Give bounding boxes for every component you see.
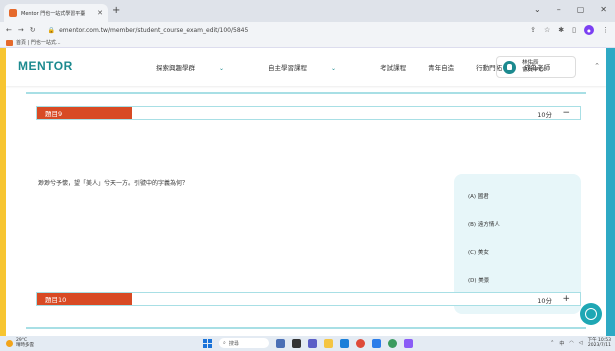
chrome-icon[interactable]	[356, 338, 365, 348]
question-text: 渺渺兮予懷，望「美人」兮天一方。引號中的字義為何？	[38, 180, 189, 187]
close-tab-icon[interactable]: ✕	[97, 9, 103, 17]
mail-icon[interactable]	[372, 338, 381, 348]
favicon-icon	[9, 9, 17, 17]
side-banner	[606, 48, 615, 336]
widgets-icon[interactable]	[292, 338, 301, 348]
menu-item-courses[interactable]: 自主學習課程 ⌄	[268, 62, 358, 72]
edge-icon[interactable]	[340, 338, 349, 348]
question-label: 題目9	[37, 107, 132, 119]
url-text: ementor.com.tw/member/student_course_exa…	[59, 26, 249, 34]
browser-tab[interactable]: Mentor 門也一站式學習平臺 ✕	[4, 4, 108, 22]
extensions-icon[interactable]: ✱	[558, 26, 564, 34]
back-icon[interactable]: ←	[6, 26, 12, 34]
question-label: 題目10	[37, 293, 132, 305]
menu-label: 探索興趣學群	[156, 64, 195, 72]
windows-start-icon[interactable]	[203, 338, 212, 348]
divider	[26, 327, 586, 329]
teams-icon[interactable]	[308, 338, 317, 348]
tray-chevron-icon[interactable]: ⌃	[550, 340, 554, 346]
window-controls: ⌄ – ▢ ✕	[534, 5, 607, 14]
taskbar-search[interactable]: ⌕ 搜尋	[219, 338, 269, 348]
url-field[interactable]: 🔒 ementor.com.tw/member/student_course_e…	[42, 24, 524, 36]
tab-title: Mentor 門也一站式學習平臺	[21, 10, 86, 17]
avatar	[503, 60, 516, 74]
option-c[interactable]: (C) 美女	[468, 248, 567, 276]
minimize-button[interactable]: –	[557, 5, 561, 14]
browser-tabbar: Mentor 門也一站式學習平臺 ✕ + ⌄ – ▢ ✕	[0, 0, 615, 22]
clock[interactable]: 下午 10:53 2023/7/11	[588, 338, 611, 348]
share-icon[interactable]: ⇪	[530, 26, 536, 34]
task-view-icon[interactable]	[276, 338, 285, 348]
page-viewport: MENTOR 探索興趣學群 ⌄ 自主學習課程 ⌄ 考試課程 青年自造 行動門拓 成為…	[6, 48, 606, 336]
tab-search-icon[interactable]: ⌄	[534, 5, 541, 14]
reload-icon[interactable]: ↻	[30, 26, 36, 34]
sidebar-icon[interactable]: ▯	[572, 26, 576, 34]
close-window-button[interactable]: ✕	[600, 5, 607, 14]
user-menu[interactable]: 林佑辰 會員中心	[496, 56, 576, 78]
bookmark-favicon-icon	[6, 39, 13, 46]
wifi-icon[interactable]: ◠	[569, 340, 573, 346]
file-explorer-icon[interactable]	[324, 338, 333, 348]
address-bar: ← → ↻ 🔒 ementor.com.tw/member/student_co…	[0, 22, 615, 38]
bookmark-item[interactable]: 首頁 | 門也一站式...	[16, 39, 61, 46]
volume-icon[interactable]: ◁	[579, 340, 583, 346]
sun-icon	[6, 339, 13, 347]
site-header: MENTOR 探索興趣學群 ⌄ 自主學習課程 ⌄ 考試課程 青年自造 行動門拓 成為…	[6, 48, 606, 86]
user-name: 林佑辰	[522, 60, 539, 66]
search-placeholder: 搜尋	[228, 340, 239, 347]
new-tab-button[interactable]: +	[112, 5, 120, 16]
system-tray: ⌃ 中 ◠ ◁ 下午 10:53 2023/7/11	[550, 338, 611, 348]
question-10-header[interactable]: 題目10 10分 +	[36, 292, 581, 306]
language-icon[interactable]: 中	[559, 340, 564, 347]
bookmark-star-icon[interactable]: ☆	[544, 26, 550, 34]
bookmarks-bar: 首頁 | 門也一站式...	[0, 38, 615, 48]
weather-widget[interactable]: 29°C 晴時多雲	[6, 338, 34, 348]
chat-button[interactable]	[580, 303, 602, 325]
member-center-link: 會員中心	[522, 67, 545, 73]
chevron-up-icon[interactable]: ⌃	[594, 62, 600, 70]
weather-desc: 晴時多雲	[16, 343, 34, 348]
menu-label: 自主學習課程	[268, 64, 308, 72]
search-icon: ⌕	[223, 340, 226, 346]
forward-icon[interactable]: →	[18, 26, 24, 34]
clock-date: 2023/7/11	[587, 343, 611, 348]
menu-item-exam[interactable]: 考試課程	[380, 62, 406, 72]
maximize-button[interactable]: ▢	[577, 5, 585, 14]
menu-item-youth[interactable]: 青年自造	[428, 62, 454, 72]
os-taskbar: 29°C 晴時多雲 ⌕ 搜尋 ⌃ 中 ◠ ◁ 下午 10:53 2023/7/11	[0, 336, 615, 351]
question-9-header[interactable]: 題目9 10分 −	[36, 106, 581, 120]
chat-bubble-icon	[585, 308, 597, 320]
expand-icon[interactable]: +	[562, 293, 570, 305]
profile-avatar-icon[interactable]: ●	[584, 25, 594, 35]
app-icon[interactable]	[388, 338, 397, 348]
more-menu-icon[interactable]: ⋮	[602, 26, 609, 34]
chevron-down-icon: ⌄	[331, 65, 337, 72]
collapse-icon[interactable]: −	[562, 107, 570, 119]
lock-icon: 🔒	[47, 26, 56, 34]
menu-item-explore[interactable]: 探索興趣學群 ⌄	[156, 62, 246, 72]
question-score: 10分	[537, 297, 552, 305]
option-b[interactable]: (B) 遠方情人	[468, 220, 567, 248]
question-score: 10分	[537, 111, 552, 119]
chevron-down-icon: ⌄	[219, 65, 225, 72]
app-icon[interactable]	[404, 338, 413, 348]
site-logo[interactable]: MENTOR	[18, 59, 73, 73]
divider	[26, 92, 586, 94]
option-a[interactable]: (A) 國君	[468, 192, 567, 220]
